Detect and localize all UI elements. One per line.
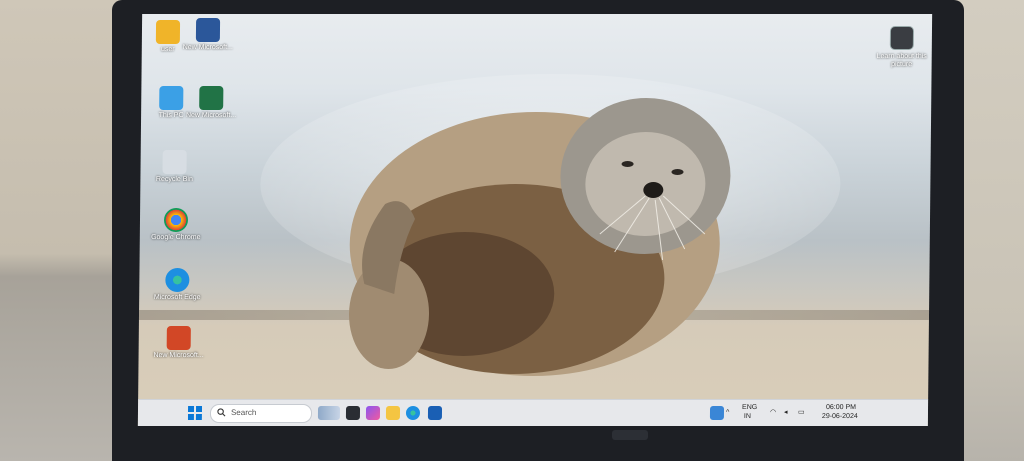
desktop-icon-recycle-bin[interactable]: Recycle Bin xyxy=(138,150,215,184)
system-tray: ^ ENG IN ◠ ◂ ▭ 06:00 PM 29-06-2024 xyxy=(722,403,912,423)
task-view-icon[interactable] xyxy=(345,406,361,420)
laptop-logo xyxy=(612,430,648,440)
desktop-icon-google-chrome[interactable]: Google Chrome xyxy=(138,208,216,242)
camera-icon xyxy=(889,26,915,50)
powerpoint-icon xyxy=(166,326,191,350)
file-explorer-icon[interactable] xyxy=(385,406,401,420)
chevron-up-icon[interactable]: ^ xyxy=(726,408,729,417)
language-indicator-top[interactable]: ENG xyxy=(742,403,757,412)
search-icon xyxy=(217,408,226,417)
copilot-icon[interactable] xyxy=(365,406,381,420)
recycle-bin-icon xyxy=(162,150,187,174)
taskbar: Search ^ ENG IN ◠ ◂ ▭ 06:00 PM 29-06-202… xyxy=(137,399,929,426)
speaker-icon[interactable]: ◂ xyxy=(784,408,788,417)
desktop-icon-word-document[interactable]: New Microsoft... xyxy=(168,18,248,52)
chrome-icon xyxy=(163,208,189,232)
desktop-icon-powerpoint-document[interactable]: New Microsoft... xyxy=(139,326,219,360)
taskbar-search-box[interactable]: Search xyxy=(209,404,313,423)
learn-about-picture[interactable]: Learn about this picture xyxy=(872,26,932,69)
desktop-screen: user New Microsoft... This PC New Micros… xyxy=(137,14,933,426)
seal-wallpaper xyxy=(349,98,731,376)
edge-taskbar-icon[interactable] xyxy=(405,406,421,420)
weather-widget-icon[interactable] xyxy=(317,406,341,420)
background-wall-left xyxy=(0,0,130,461)
start-icon[interactable] xyxy=(187,406,203,420)
wifi-icon[interactable]: ◠ xyxy=(770,408,776,417)
edge-icon xyxy=(165,268,190,292)
excel-icon xyxy=(199,86,224,110)
battery-icon[interactable]: ▭ xyxy=(798,408,805,417)
desktop-icon-microsoft-edge[interactable]: Microsoft Edge xyxy=(138,268,218,302)
word-icon xyxy=(195,18,221,42)
desktop-icon-excel-document[interactable]: New Microsoft... xyxy=(171,86,251,120)
search-placeholder: Search xyxy=(230,408,257,417)
language-indicator-bottom[interactable]: IN xyxy=(744,412,751,421)
clock-time[interactable]: 06:00 PM xyxy=(826,403,856,412)
store-icon[interactable] xyxy=(427,406,443,420)
clock-date[interactable]: 29-06-2024 xyxy=(822,412,858,421)
